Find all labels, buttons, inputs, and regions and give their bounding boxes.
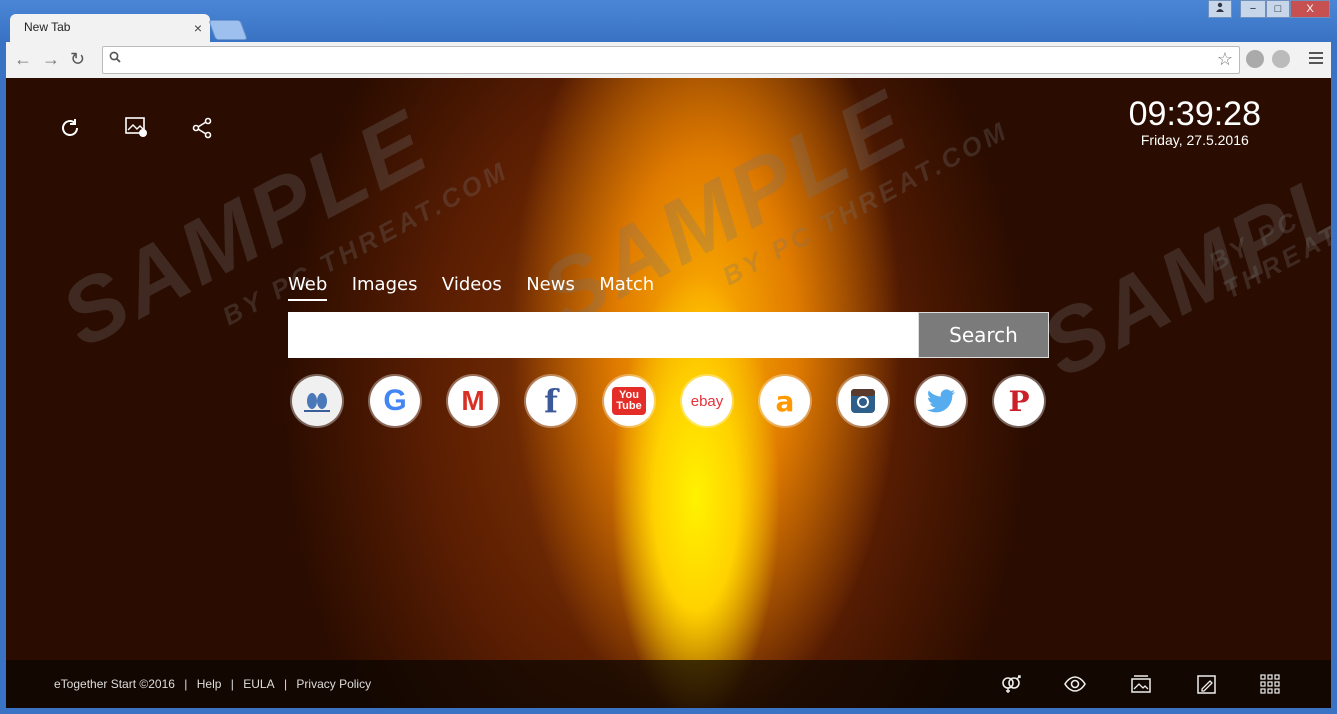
tab-title: New Tab: [24, 20, 71, 34]
apps-grid-icon[interactable]: [1260, 674, 1280, 699]
copyright-text: eTogether Start ©2016: [54, 677, 175, 691]
gallery-icon[interactable]: [1130, 674, 1152, 699]
clock-date: Friday, 27.5.2016: [1140, 132, 1249, 148]
tab-images[interactable]: Images: [352, 274, 418, 299]
refresh-background-icon[interactable]: [58, 116, 82, 145]
eula-link[interactable]: EULA: [243, 677, 274, 691]
browser-window: New Tab × − □ X ← → ↻ ☆ SAMPLE BY PC THR…: [0, 0, 1337, 714]
shortcut-youtube[interactable]: You Tube: [604, 376, 654, 426]
twitter-icon: [926, 389, 955, 413]
shortcut-google[interactable]: G: [370, 376, 420, 426]
shortcut-pinterest[interactable]: P: [994, 376, 1044, 426]
tab-news[interactable]: News: [526, 274, 575, 299]
close-window-button[interactable]: X: [1290, 0, 1330, 18]
minimize-button[interactable]: −: [1240, 0, 1266, 18]
shortcut-ebay[interactable]: ebay: [682, 376, 732, 426]
shortcut-gmail[interactable]: M: [448, 376, 498, 426]
tab-match[interactable]: Match: [599, 274, 654, 299]
gmail-icon: M: [461, 385, 485, 416]
forward-icon[interactable]: →: [42, 50, 60, 68]
shortcut-etogether[interactable]: [292, 376, 342, 426]
watermark-sub: BY PC THREAT.COM: [217, 154, 514, 332]
search-button[interactable]: Search: [918, 312, 1049, 358]
pinterest-icon: P: [1008, 384, 1030, 418]
clock-time: 09:39:28: [1128, 95, 1261, 133]
tab-web[interactable]: Web: [288, 274, 328, 301]
eye-icon[interactable]: [1064, 674, 1086, 699]
search-icon: [109, 51, 121, 66]
tab-close-icon[interactable]: ×: [194, 20, 202, 36]
watermark: SAMPLE: [1025, 121, 1331, 397]
menu-icon[interactable]: [1309, 52, 1323, 67]
edit-image-icon[interactable]: [1196, 674, 1218, 699]
watermark-sub: BY PC THREAT.COM: [1203, 179, 1331, 305]
youtube-icon: You Tube: [612, 387, 646, 415]
watermark-sub: BY PC THREAT.COM: [717, 114, 1014, 292]
address-bar[interactable]: ☆: [102, 46, 1240, 74]
two-birds-icon: [304, 393, 330, 412]
extension-2-icon[interactable]: [1272, 50, 1290, 68]
bookmark-star-icon[interactable]: ☆: [1217, 49, 1233, 70]
search-tabs: Web Images Videos News Match: [288, 274, 674, 301]
shortcut-amazon[interactable]: a: [760, 376, 810, 426]
profile-icon[interactable]: [1208, 0, 1232, 18]
footer-links: eTogether Start ©2016 | Help | EULA | Pr…: [54, 677, 377, 691]
shortcut-facebook[interactable]: f: [526, 376, 576, 426]
instagram-icon: [851, 389, 875, 413]
new-tab-button[interactable]: [208, 20, 248, 40]
footer-separator: |: [230, 677, 234, 691]
footer-bar: eTogether Start ©2016 | Help | EULA | Pr…: [6, 660, 1331, 708]
shortcut-instagram[interactable]: [838, 376, 888, 426]
change-background-icon[interactable]: [124, 116, 148, 143]
footer-separator: |: [283, 677, 288, 691]
watermark: SAMPLE: [525, 78, 925, 347]
browser-toolbar: ← → ↻ ☆: [6, 42, 1331, 79]
reload-icon[interactable]: ↻: [70, 50, 85, 68]
clock-widget: 09:39:28 Friday, 27.5.2016: [1129, 96, 1261, 148]
dating-icon[interactable]: [1000, 674, 1022, 699]
footer-separator: |: [184, 677, 188, 691]
tab-new-tab[interactable]: New Tab ×: [10, 14, 210, 44]
extension-icon[interactable]: [1246, 50, 1264, 68]
share-icon[interactable]: [190, 116, 214, 145]
title-bar: New Tab × − □ X: [0, 0, 1337, 44]
tab-videos[interactable]: Videos: [442, 274, 502, 299]
ebay-icon: ebay: [690, 392, 724, 410]
search-input[interactable]: [288, 312, 918, 358]
maximize-button[interactable]: □: [1266, 0, 1290, 18]
help-link[interactable]: Help: [197, 677, 222, 691]
shortcut-twitter[interactable]: [916, 376, 966, 426]
amazon-icon: a: [775, 384, 795, 418]
privacy-policy-link[interactable]: Privacy Policy: [296, 677, 371, 691]
new-tab-page: SAMPLE BY PC THREAT.COM SAMPLE BY PC THR…: [6, 78, 1331, 708]
google-icon: G: [383, 384, 407, 417]
back-icon[interactable]: ←: [14, 50, 32, 68]
facebook-icon: f: [544, 382, 558, 420]
window-bottom-border: [0, 708, 1337, 714]
